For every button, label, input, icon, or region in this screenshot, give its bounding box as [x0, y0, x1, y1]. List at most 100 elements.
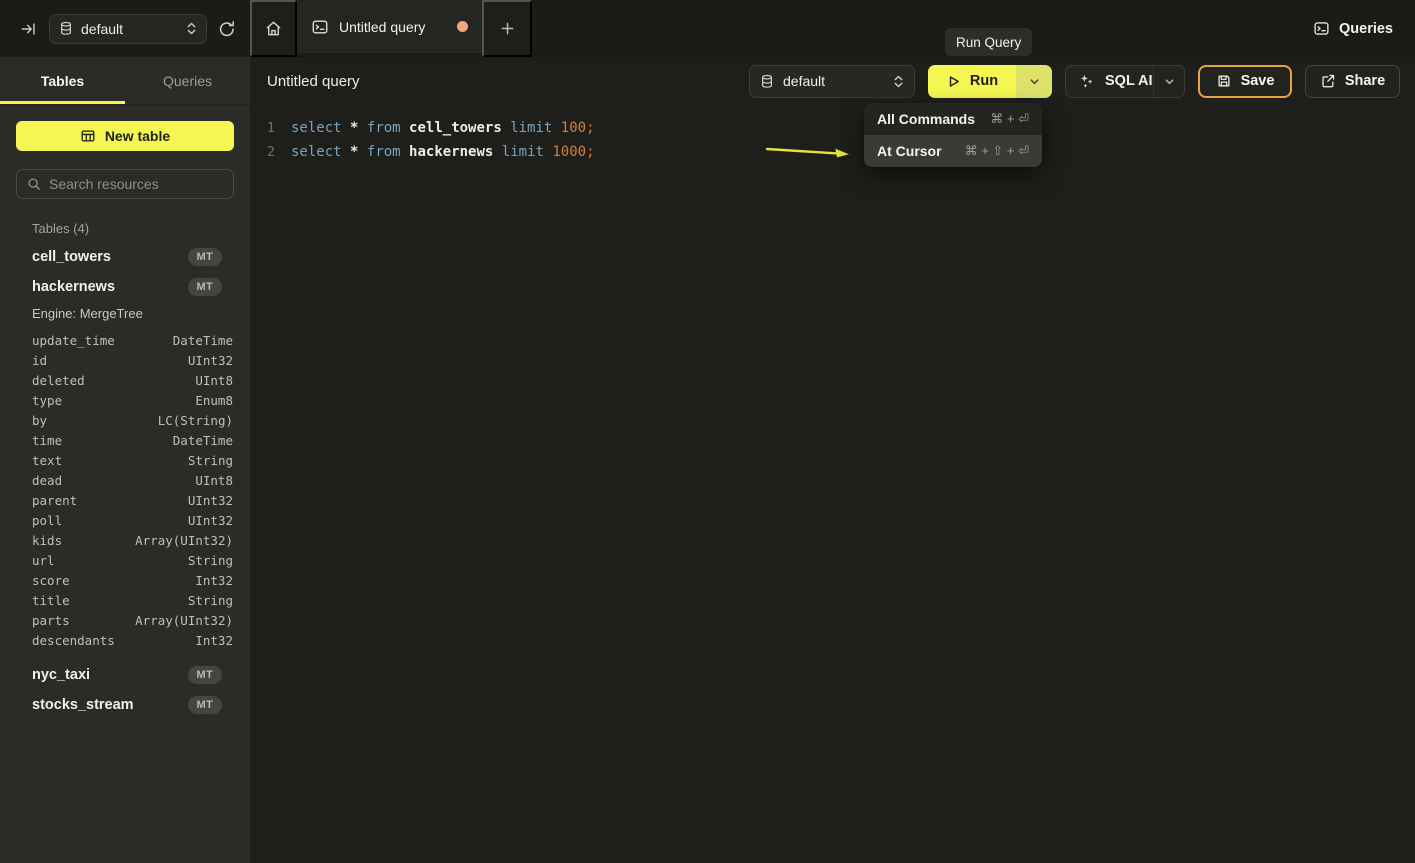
queries-button[interactable]: Queries [1313, 20, 1393, 37]
save-button-label: Save [1241, 73, 1275, 89]
active-tab-underline [0, 101, 125, 104]
share-button-label: Share [1345, 73, 1385, 89]
column-name: descendants [32, 633, 115, 648]
sql-ai-button[interactable]: SQL AI [1065, 65, 1185, 98]
sidebar-tab-queries[interactable]: Queries [125, 57, 250, 104]
app: default Untitled query [0, 0, 1415, 863]
run-button[interactable]: Run [928, 65, 1016, 98]
column-row: descendants Int32 [0, 630, 250, 650]
column-name: time [32, 433, 62, 448]
collapse-sidebar-button[interactable] [20, 20, 38, 38]
toolbar-database-selector[interactable]: default [749, 65, 915, 98]
column-row: partsArray(UInt32) [0, 610, 250, 630]
column-type: UInt8 [195, 473, 233, 488]
column-type: String [188, 553, 233, 568]
column-row: update_timeDateTime [0, 330, 250, 350]
column-row: deadUInt8 [0, 470, 250, 490]
save-button[interactable]: Save [1198, 65, 1292, 98]
sidebar-tabs: Tables Queries [0, 57, 250, 105]
refresh-icon [218, 20, 236, 38]
unsaved-changes-dot [457, 21, 468, 32]
column-type: Int32 [195, 633, 233, 648]
topbar-left-cluster: default [0, 0, 250, 57]
run-menu-item[interactable]: All Commands⌘ + ⏎ [864, 103, 1042, 135]
floppy-save-icon [1216, 73, 1232, 89]
column-type: Enum8 [195, 393, 233, 408]
database-selector-value: default [81, 21, 178, 37]
column-row: pollUInt32 [0, 510, 250, 530]
code-line[interactable]: 1select * from cell_towers limit 100; [250, 116, 1415, 140]
annotation-arrow-icon [763, 140, 855, 164]
column-name: id [32, 353, 47, 368]
table-name: hackernews [32, 279, 188, 295]
sql-ai-options-button[interactable] [1153, 66, 1184, 97]
column-name: score [32, 573, 70, 588]
column-name: parent [32, 493, 77, 508]
column-row: time DateTime [0, 430, 250, 450]
column-type: Int32 [195, 573, 233, 588]
menu-item-shortcut: ⌘ + ⏎ [978, 111, 1029, 127]
column-type: String [188, 453, 233, 468]
refresh-button[interactable] [218, 20, 236, 38]
new-tab-button[interactable] [482, 0, 532, 57]
sidebar-tab-tables[interactable]: Tables [0, 57, 125, 104]
run-options-button[interactable] [1016, 65, 1052, 98]
sql-editor[interactable]: 1select * from cell_towers limit 100; 2 se… [250, 105, 1415, 863]
chevron-updown-icon [186, 21, 197, 36]
console-icon [311, 18, 329, 36]
plus-icon [500, 21, 515, 36]
column-row: text String [0, 450, 250, 470]
query-toolbar: Untitled query default Run [250, 57, 1415, 105]
menu-item-shortcut: ⌘ + ⇧ + ⏎ [953, 143, 1029, 159]
column-row: title String [0, 590, 250, 610]
chevron-down-icon [1164, 76, 1175, 87]
column-row: kids Array(UInt32) [0, 530, 250, 550]
share-button[interactable]: Share [1305, 65, 1400, 98]
toolbar-database-value: default [783, 73, 884, 89]
column-type: UInt32 [188, 513, 233, 528]
table-row[interactable]: hackernewsMT [0, 272, 250, 302]
column-name: parts [32, 613, 70, 628]
run-query-tooltip: Run Query [945, 28, 1032, 56]
line-number: 2 [250, 144, 275, 160]
home-button[interactable] [250, 0, 297, 57]
search-input[interactable] [49, 176, 223, 192]
line-number: 1 [250, 120, 275, 136]
column-row: deleted UInt8 [0, 370, 250, 390]
column-name: update_time [32, 333, 115, 348]
table-name: stocks_stream [32, 697, 188, 713]
column-type: String [188, 593, 233, 608]
run-split-button: Run [928, 65, 1052, 98]
table-row[interactable]: nyc_taxiMT [0, 660, 250, 690]
home-icon [264, 19, 283, 38]
column-row: byLC(String) [0, 410, 250, 430]
column-type: Array(UInt32) [135, 533, 233, 548]
new-table-button[interactable]: New table [16, 121, 234, 151]
play-icon [946, 74, 961, 89]
column-list: update_timeDateTimeidUInt32deletedUInt8t… [0, 330, 250, 650]
table-row[interactable]: cell_towersMT [0, 242, 250, 272]
menu-item-label: All Commands [877, 111, 975, 127]
run-options-menu: All Commands⌘ + ⏎ At Cursor ⌘ + ⇧ + ⏎ [864, 103, 1042, 167]
column-row: typeEnum8 [0, 390, 250, 410]
new-table-label: New table [105, 128, 170, 144]
tab-untitled-query[interactable]: Untitled query [297, 0, 482, 53]
column-row: score Int32 [0, 570, 250, 590]
column-type: UInt8 [195, 373, 233, 388]
column-name: deleted [32, 373, 85, 388]
menu-item-label: At Cursor [877, 143, 942, 159]
database-selector[interactable]: default [49, 14, 207, 44]
column-name: text [32, 453, 62, 468]
chevron-updown-icon [893, 74, 904, 89]
column-name: kids [32, 533, 62, 548]
run-button-label: Run [970, 73, 998, 89]
column-name: title [32, 593, 70, 608]
table-name: nyc_taxi [32, 667, 188, 683]
table-row[interactable]: stocks_streamMT [0, 690, 250, 720]
run-menu-item[interactable]: At Cursor ⌘ + ⇧ + ⏎ [864, 135, 1042, 167]
database-icon [59, 21, 73, 36]
sql-ai-label: SQL AI [1105, 73, 1153, 89]
column-type: DateTime [173, 433, 233, 448]
queries-button-label: Queries [1339, 21, 1393, 37]
code-text: select * from hackernews limit 1000; [291, 144, 595, 160]
